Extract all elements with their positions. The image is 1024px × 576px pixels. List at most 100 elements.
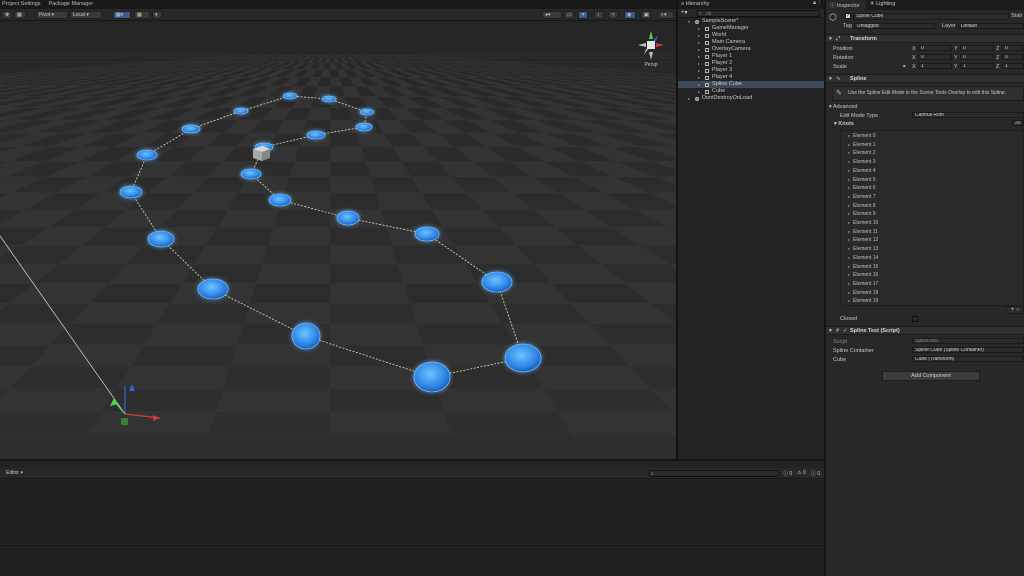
spline-knot-handle[interactable] bbox=[359, 108, 375, 116]
hierarchy-item[interactable]: ▸ World bbox=[678, 32, 824, 39]
tab-package-manager[interactable]: Package Manager bbox=[47, 0, 100, 9]
remove-knot-icon[interactable]: − bbox=[1016, 307, 1020, 313]
knot-element-row[interactable]: ▸ Element 15 bbox=[841, 263, 1024, 272]
hierarchy-item[interactable]: ▾ SampleScene* bbox=[678, 18, 824, 25]
spline-knot-handle[interactable] bbox=[481, 271, 513, 293]
tab-lighting[interactable]: ☀ Lighting bbox=[866, 0, 902, 10]
hierarchy-item[interactable]: ▸ Cube bbox=[678, 88, 824, 95]
collapsed-arrow-icon[interactable]: ▸ bbox=[848, 167, 850, 176]
knots-foldout[interactable]: ▾ Knots bbox=[834, 121, 874, 127]
hierarchy-item[interactable]: ▸ Spline Cube bbox=[678, 81, 824, 88]
collapsed-arrow-icon[interactable]: ▸ bbox=[848, 263, 850, 272]
collapsed-arrow-icon[interactable]: ▸ bbox=[848, 132, 850, 141]
collapsed-arrow-icon[interactable]: ▸ bbox=[698, 74, 700, 81]
spline-knot-handle[interactable] bbox=[147, 230, 175, 248]
gizmos-dropdown-icon[interactable]: ◐▾ bbox=[658, 11, 674, 19]
collapsed-arrow-icon[interactable]: ▸ bbox=[848, 202, 850, 211]
hierarchy-search-input[interactable]: ⌕ All bbox=[696, 10, 820, 17]
transform-z-field[interactable]: 1 bbox=[1002, 63, 1024, 69]
hierarchy-item[interactable]: ▸ Player 4 bbox=[678, 74, 824, 81]
knot-element-row[interactable]: ▸ Element 12 bbox=[841, 236, 1024, 245]
scene-camera-icon[interactable]: ▣ bbox=[641, 11, 651, 19]
collapsed-arrow-icon[interactable]: ▸ bbox=[848, 158, 850, 167]
console-detail-area[interactable] bbox=[0, 545, 824, 575]
tab-project-settings[interactable]: Project Settings bbox=[0, 0, 47, 9]
edit-mode-dropdown[interactable]: Catmull Rom bbox=[912, 112, 1024, 118]
active-checkbox[interactable]: ✓ bbox=[845, 13, 851, 19]
collapsed-arrow-icon[interactable]: ▸ bbox=[848, 236, 850, 245]
warning-count-badge[interactable]: ⚠ 0 bbox=[797, 470, 806, 476]
spline-knot-handle[interactable] bbox=[321, 95, 337, 103]
tab-inspector[interactable]: ⓘ Inspector bbox=[826, 0, 866, 10]
knot-element-row[interactable]: ▸ Element 6 bbox=[841, 184, 1024, 193]
create-plus-icon[interactable]: +▾ bbox=[681, 9, 688, 16]
collapsed-arrow-icon[interactable]: ▸ bbox=[698, 46, 700, 53]
collapsed-arrow-icon[interactable]: ▸ bbox=[698, 81, 700, 88]
collapsed-arrow-icon[interactable]: ▸ bbox=[698, 60, 700, 67]
hierarchy-item[interactable]: ▸ DontDestroyOnLoad bbox=[678, 95, 824, 102]
collapsed-arrow-icon[interactable]: ▸ bbox=[848, 297, 850, 306]
collapsed-arrow-icon[interactable]: ▸ bbox=[848, 228, 850, 237]
collapsed-arrow-icon[interactable]: ▸ bbox=[698, 88, 700, 95]
collapsed-arrow-icon[interactable]: ▸ bbox=[698, 53, 700, 60]
collapsed-arrow-icon[interactable]: ▸ bbox=[698, 39, 700, 46]
shading-mode-icon[interactable]: ●▾ bbox=[542, 11, 562, 19]
collapsed-arrow-icon[interactable]: ▸ bbox=[848, 176, 850, 185]
hierarchy-item[interactable]: ▸ Player 1 bbox=[678, 53, 824, 60]
knot-element-row[interactable]: ▸ Element 18 bbox=[841, 289, 1024, 298]
collapsed-arrow-icon[interactable]: ▸ bbox=[848, 193, 850, 202]
error-count-badge[interactable]: ⓘ 0 bbox=[811, 470, 820, 477]
spline-knot-handle[interactable] bbox=[413, 361, 451, 393]
layer-dropdown[interactable]: Default bbox=[958, 23, 1024, 29]
log-count-badge[interactable]: ⓘ 0 bbox=[783, 470, 792, 477]
knots-count-field[interactable]: 20 bbox=[1012, 120, 1024, 126]
increment-snap-icon[interactable]: ▦ bbox=[134, 11, 150, 19]
visibility-toggle-icon[interactable]: ◉ bbox=[624, 11, 636, 19]
knot-element-row[interactable]: ▸ Element 19 bbox=[841, 297, 1024, 306]
hierarchy-item[interactable]: ▸ Main Camera bbox=[678, 39, 824, 46]
spline-header[interactable]: ▾ ∿ Spline bbox=[826, 74, 1024, 83]
hierarchy-item[interactable]: ▸ Player 2 bbox=[678, 60, 824, 67]
spline-knot-handle[interactable] bbox=[504, 343, 542, 373]
spline-knot-handle[interactable] bbox=[306, 130, 326, 140]
collapsed-arrow-icon[interactable]: ▸ bbox=[848, 149, 850, 158]
collapsed-arrow-icon[interactable]: ▸ bbox=[848, 271, 850, 280]
spline-knot-handle[interactable] bbox=[240, 168, 262, 180]
hierarchy-item[interactable]: ▸ GameManager bbox=[678, 25, 824, 32]
pivot-dropdown[interactable]: Pivot ▾ bbox=[36, 11, 68, 19]
advanced-foldout[interactable]: ▾ Advanced bbox=[829, 104, 1024, 110]
spline-knot-handle[interactable] bbox=[268, 193, 292, 207]
transform-x-field[interactable]: 1 bbox=[918, 63, 952, 69]
transform-y-field[interactable]: 0 bbox=[960, 45, 994, 51]
enabled-checkbox-icon[interactable]: ✓ bbox=[843, 327, 848, 335]
knot-element-row[interactable]: ▸ Element 16 bbox=[841, 271, 1024, 280]
closed-checkbox[interactable] bbox=[912, 316, 918, 322]
snap-settings-icon[interactable]: ▾ bbox=[152, 11, 162, 19]
gray-cube[interactable] bbox=[253, 146, 270, 161]
spline-knot-handle[interactable] bbox=[414, 226, 440, 242]
spline-knot-handle[interactable] bbox=[233, 107, 249, 115]
scene-view[interactable]: Persp bbox=[0, 21, 676, 459]
tag-dropdown[interactable]: Untagged bbox=[854, 23, 935, 29]
knot-element-row[interactable]: ▸ Element 8 bbox=[841, 202, 1024, 211]
hierarchy-item[interactable]: ▸ Player 3 bbox=[678, 67, 824, 74]
collapsed-arrow-icon[interactable]: ▸ bbox=[848, 219, 850, 228]
effects-toggle-icon[interactable]: ✧ bbox=[608, 11, 618, 19]
add-knot-icon[interactable]: + bbox=[1011, 307, 1015, 313]
spline-container-field[interactable]: Spline Cube (Spline Container) bbox=[912, 347, 1024, 353]
console-search-input[interactable]: ⌕ bbox=[648, 470, 780, 477]
console-editor-dropdown[interactable]: Editor ▾ bbox=[6, 470, 23, 476]
console-log-area[interactable] bbox=[0, 480, 824, 543]
collapsed-arrow-icon[interactable]: ▸ bbox=[848, 210, 850, 219]
transform-y-field[interactable]: 1 bbox=[960, 63, 994, 69]
knot-element-row[interactable]: ▸ Element 2 bbox=[841, 149, 1024, 158]
projection-label[interactable]: Persp bbox=[636, 62, 666, 68]
knot-element-row[interactable]: ▸ Element 5 bbox=[841, 176, 1024, 185]
collapsed-arrow-icon[interactable]: ▸ bbox=[848, 280, 850, 289]
knot-element-row[interactable]: ▸ Element 11 bbox=[841, 228, 1024, 237]
knot-element-row[interactable]: ▸ Element 0 bbox=[841, 132, 1024, 141]
transform-y-field[interactable]: 0 bbox=[960, 54, 994, 60]
knot-element-row[interactable]: ▸ Element 4 bbox=[841, 167, 1024, 176]
hierarchy-tab[interactable]: ≡ Hierarchy 🔒︎ ⋮ bbox=[678, 0, 824, 9]
spline-knot-handle[interactable] bbox=[355, 122, 373, 132]
